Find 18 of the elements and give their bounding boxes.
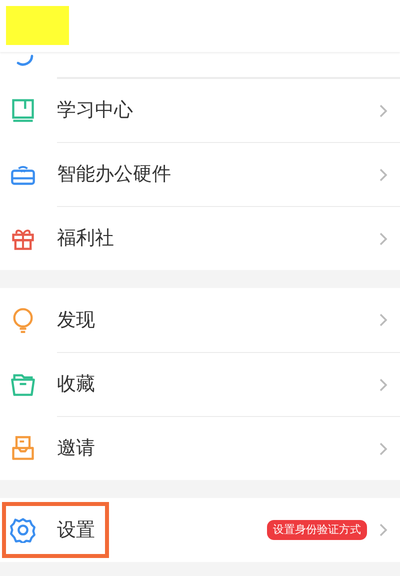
chevron-right-icon [379,168,388,182]
gear-icon [10,517,36,543]
chevron-right-icon [379,523,388,537]
chevron-right-icon [379,378,388,392]
menu-item-label[interactable]: 收藏 [57,370,95,399]
chevron-right-icon [379,442,388,456]
chevron-right-icon [379,313,388,327]
chevron-right-icon [379,104,388,118]
redaction-block [6,6,69,45]
menu-item-label[interactable]: 设置 [57,516,95,544]
chevron-right-icon [379,232,388,246]
menu-item-label[interactable]: 学习中心 [57,96,133,125]
menu-item-label[interactable]: 邀请 [57,434,95,463]
menu-item-label[interactable]: 发现 [57,306,95,334]
menu-item-label[interactable]: 福利社 [57,224,114,253]
notice-tag: 设置身份验证方式 [267,520,367,540]
menu-item-label[interactable]: 智能办公硬件 [57,160,171,189]
book-icon [10,97,36,123]
